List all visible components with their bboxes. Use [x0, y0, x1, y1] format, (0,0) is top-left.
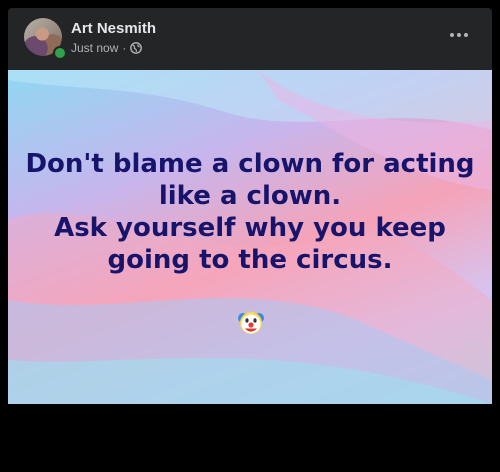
screenshot-frame: Art Nesmith Just now · Don't blame a clo… [0, 0, 500, 472]
quote-text: Don't blame a clown for acting like a cl… [8, 148, 492, 276]
quote-line: like a clown. [158, 181, 342, 211]
post-meta: Just now · [71, 40, 143, 56]
more-options-button[interactable] [448, 28, 470, 42]
online-status-indicator [53, 46, 67, 60]
globe-icon[interactable] [130, 42, 143, 54]
post-timestamp[interactable]: Just now [71, 41, 118, 55]
post-header: Art Nesmith Just now · [8, 8, 492, 68]
clown-face-icon [238, 312, 264, 334]
post-image[interactable]: Don't blame a clown for acting like a cl… [8, 70, 492, 404]
quote-line: Don't blame a clown for acting [25, 149, 475, 179]
author-name[interactable]: Art Nesmith [71, 20, 156, 37]
meta-separator: · [122, 41, 127, 55]
post-card: Art Nesmith Just now · Don't blame a clo… [8, 8, 492, 404]
quote-line: going to the circus. [107, 245, 393, 275]
more-options-icon [450, 33, 454, 37]
quote-line: Ask yourself why you keep [54, 213, 446, 243]
